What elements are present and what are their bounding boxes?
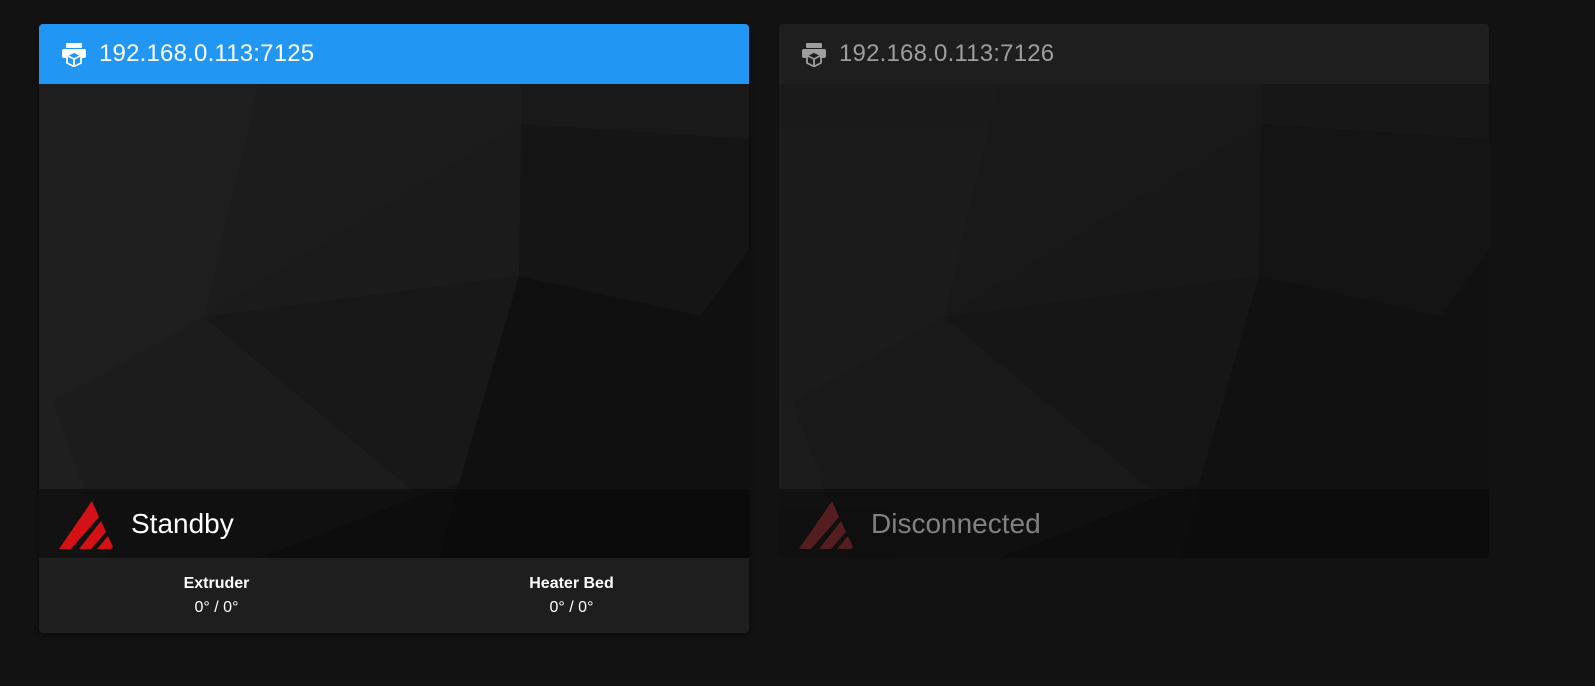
- printer-3d-icon: [61, 41, 87, 67]
- printer-address: 192.168.0.113:7126: [839, 40, 1055, 67]
- printer-address: 192.168.0.113:7125: [99, 40, 315, 67]
- heater-bed-temp: Heater Bed 0° / 0°: [394, 558, 749, 633]
- temperature-panel: Extruder 0° / 0° Heater Bed 0° / 0°: [39, 558, 749, 633]
- status-bar: Standby: [39, 489, 749, 558]
- printer-card-header[interactable]: 192.168.0.113:7125: [39, 24, 749, 84]
- temp-value: 0° / 0°: [549, 598, 594, 616]
- printer-card-1[interactable]: 192.168.0.113:7125 Standby Extruder 0° /…: [39, 24, 749, 633]
- mainsail-logo: [799, 500, 853, 549]
- extruder-temp: Extruder 0° / 0°: [39, 558, 394, 633]
- printer-status: Disconnected: [871, 507, 1041, 539]
- printer-card-2[interactable]: 192.168.0.113:7126 Disconnected: [779, 24, 1489, 558]
- polygon-background: [39, 84, 749, 558]
- printer-3d-icon: [801, 41, 827, 67]
- temp-label: Extruder: [183, 574, 250, 592]
- polygon-background: [779, 84, 1489, 558]
- temp-label: Heater Bed: [529, 574, 614, 592]
- mainsail-logo: [59, 500, 113, 549]
- printer-status: Standby: [131, 507, 234, 539]
- printer-webcam-image[interactable]: Standby: [39, 84, 749, 558]
- printer-webcam-image[interactable]: Disconnected: [779, 84, 1489, 558]
- temp-value: 0° / 0°: [194, 598, 239, 616]
- printer-card-header[interactable]: 192.168.0.113:7126: [779, 24, 1489, 84]
- status-bar: Disconnected: [779, 489, 1489, 558]
